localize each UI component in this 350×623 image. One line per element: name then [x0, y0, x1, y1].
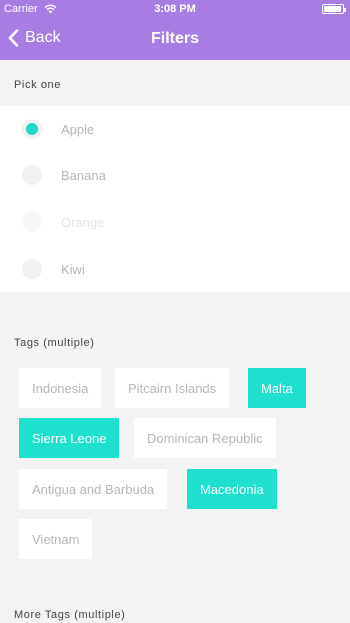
pick-one-group: Apple Banana Orange Kiwi: [0, 106, 350, 292]
tag-indonesia[interactable]: Indonesia: [19, 368, 102, 408]
radio-option-banana[interactable]: Banana: [0, 152, 350, 198]
radio-option-kiwi[interactable]: Kiwi: [0, 246, 350, 292]
radio-button[interactable]: [22, 165, 42, 185]
radio-option-apple[interactable]: Apple: [0, 106, 350, 152]
navbar: Back Filters: [0, 20, 350, 56]
radio-label: Kiwi: [61, 261, 85, 277]
radio-button[interactable]: [22, 259, 42, 279]
nav-header: Carrier 3:08 PM Back Filters: [0, 0, 350, 60]
radio-button: [22, 212, 42, 232]
pick-one-label: Pick one: [14, 79, 61, 91]
battery-icon: [322, 4, 346, 14]
tag-vietnam[interactable]: Vietnam: [19, 519, 93, 559]
tag-macedonia[interactable]: Macedonia: [187, 469, 277, 509]
tag-sierra-leone[interactable]: Sierra Leone: [19, 418, 120, 458]
tags-label: Tags (multiple): [14, 337, 95, 349]
tag-dominican-republic[interactable]: Dominican Republic: [134, 418, 276, 458]
radio-label: Apple: [61, 121, 95, 137]
tag-malta[interactable]: Malta: [248, 368, 306, 408]
radio-label: Orange: [61, 214, 105, 230]
tag-antigua-and-barbuda[interactable]: Antigua and Barbuda: [19, 469, 168, 509]
radio-label: Banana: [61, 167, 106, 183]
radio-option-orange: Orange: [0, 199, 350, 245]
radio-button[interactable]: [22, 119, 42, 139]
status-bar: Carrier 3:08 PM: [0, 3, 350, 17]
more-tags-label: More Tags (multiple): [14, 609, 126, 621]
tag-pitcairn-islands[interactable]: Pitcairn Islands: [115, 368, 230, 408]
page-title: Filters: [150, 30, 199, 47]
status-time: 3:08 PM: [154, 3, 196, 15]
